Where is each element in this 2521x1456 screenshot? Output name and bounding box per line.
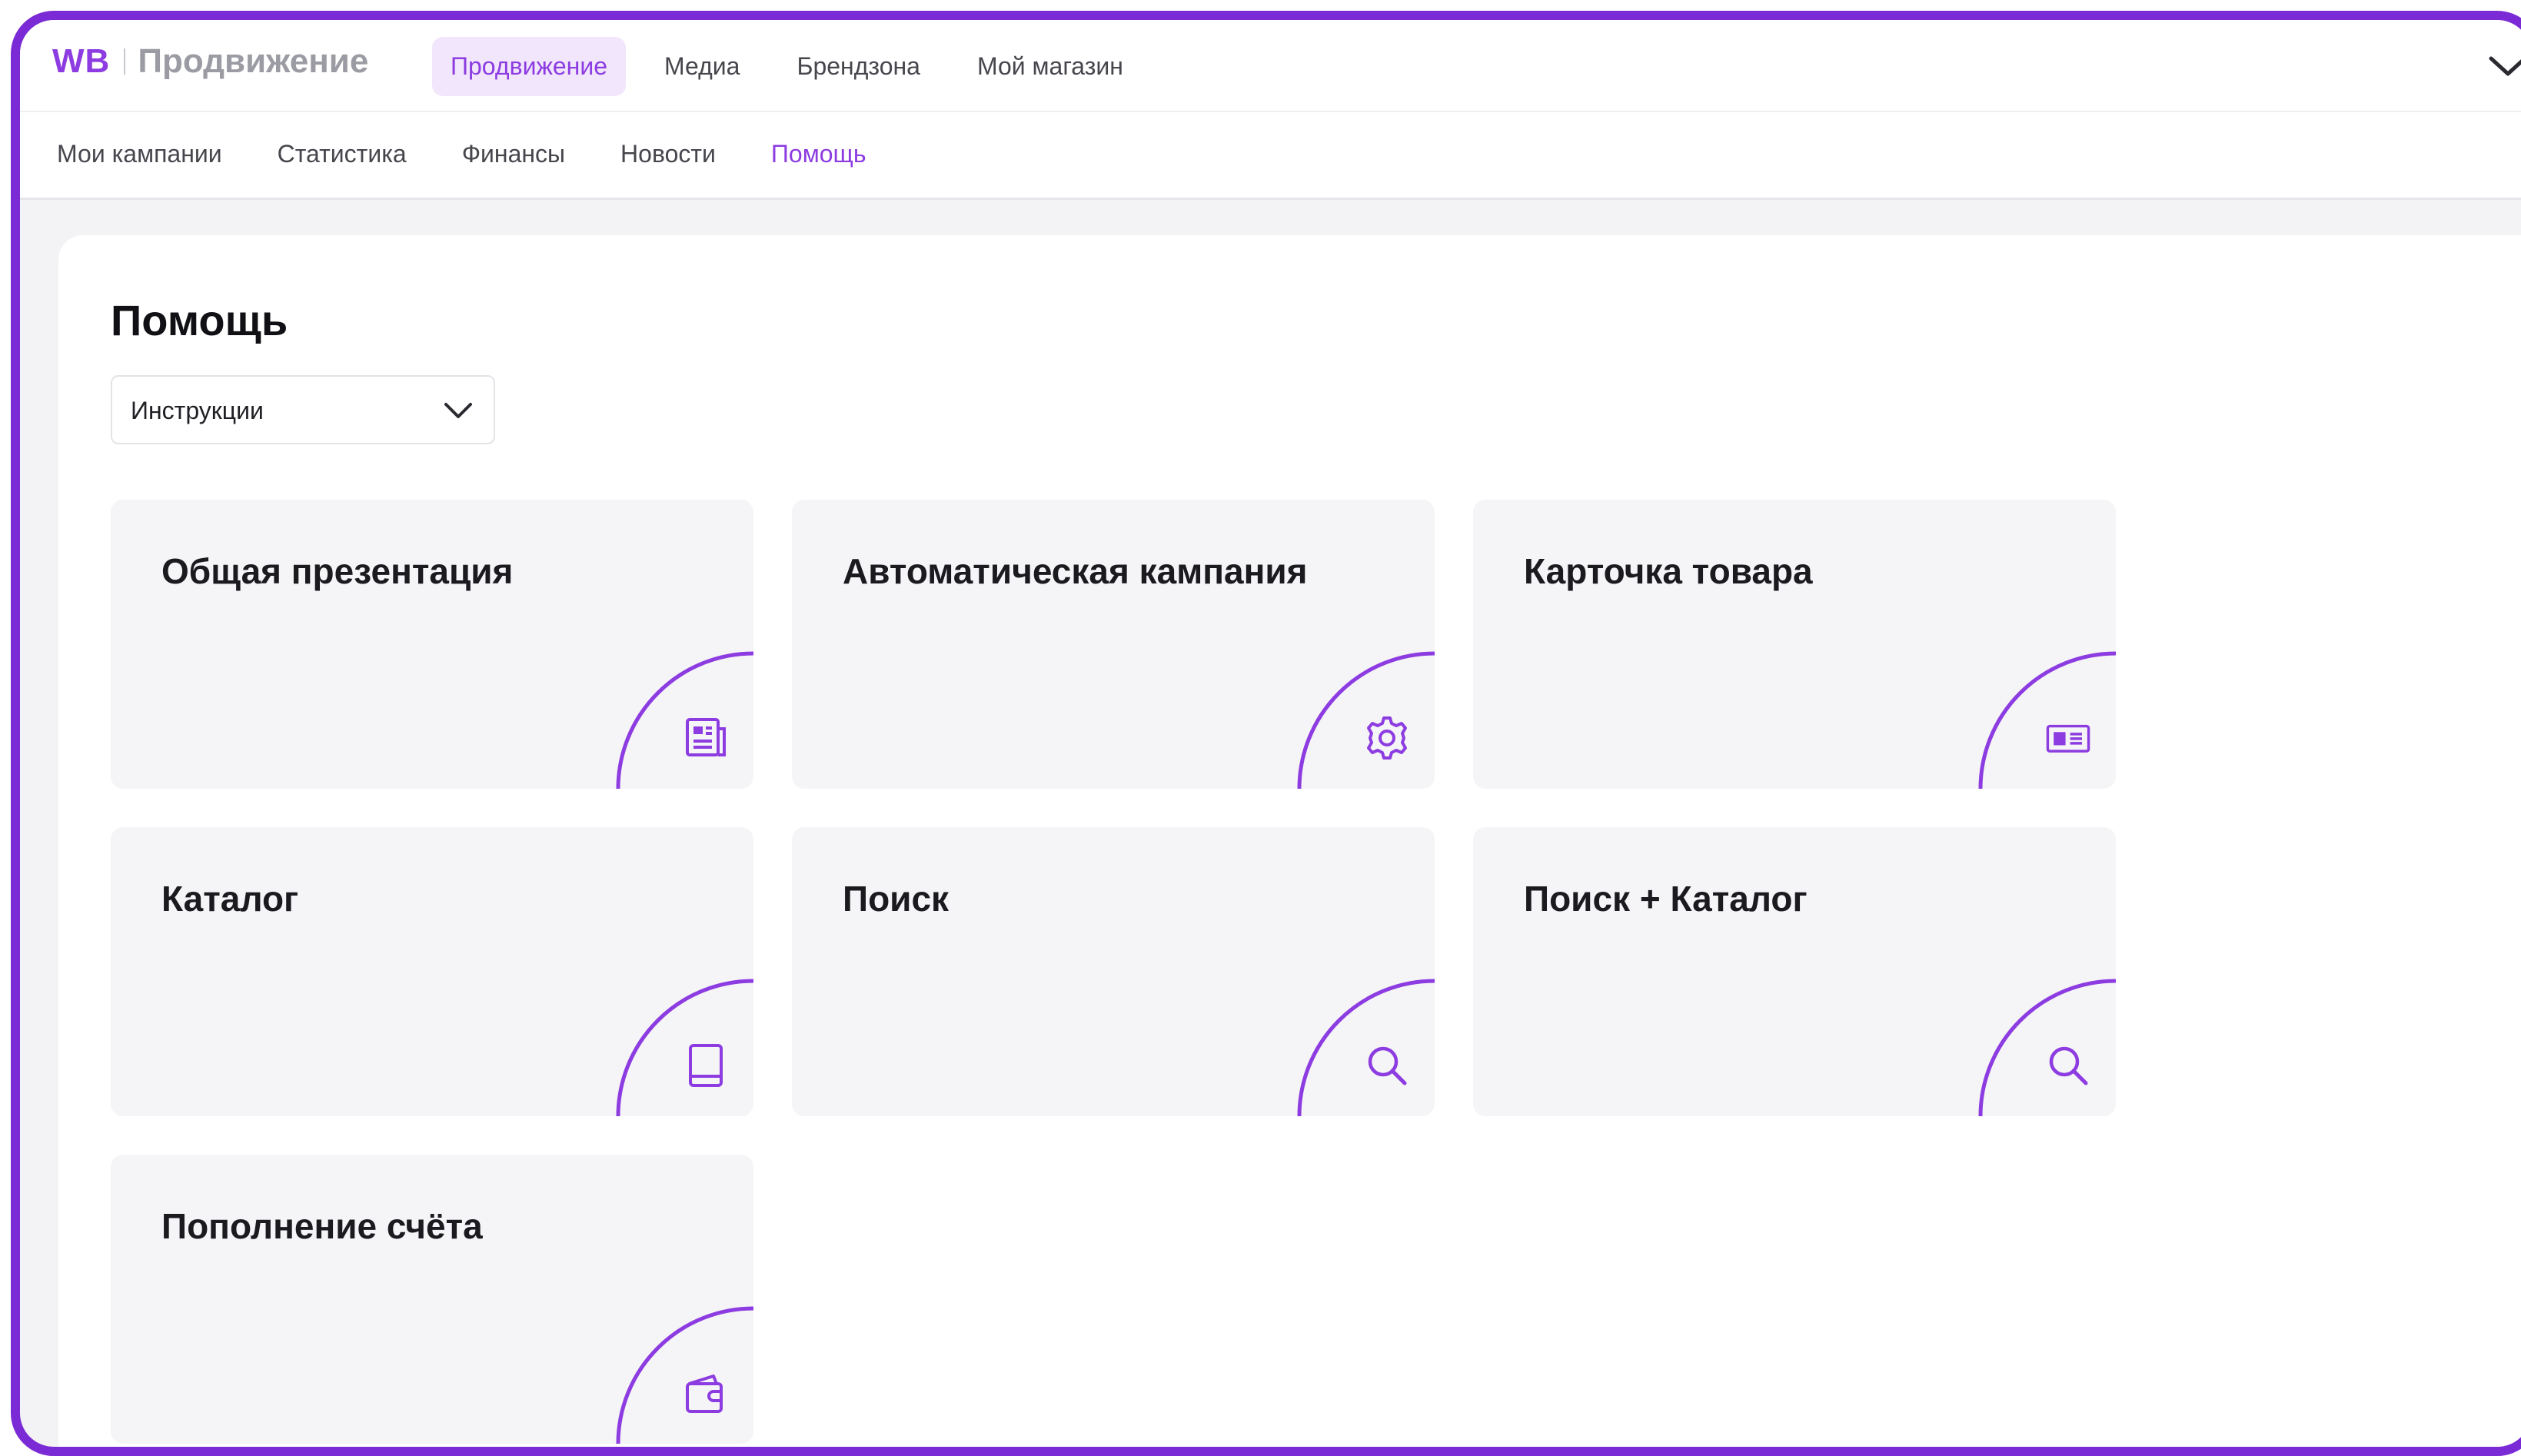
- logo-product: Продвижение: [138, 42, 369, 80]
- help-card-auto-campaign[interactable]: Автоматическая кампания: [792, 500, 1435, 789]
- category-select-value: Инструкции: [131, 397, 264, 424]
- gear-icon: [1367, 716, 1407, 760]
- help-card-presentation[interactable]: Общая презентация: [111, 500, 753, 789]
- chevron-down-icon: [444, 403, 472, 418]
- top-nav: Продвижение Медиа Брендзона Мой магазин: [432, 37, 1162, 96]
- subnav-item-my-campaigns[interactable]: Мои кампании: [57, 140, 222, 168]
- subnav-item-news[interactable]: Новости: [620, 140, 716, 168]
- sub-nav: Мои кампании Статистика Финансы Новости …: [20, 112, 2521, 200]
- top-nav-item-media[interactable]: Медиа: [646, 37, 758, 96]
- logo-brand: WB: [52, 42, 111, 80]
- help-card-title: Поиск + Каталог: [1524, 879, 1808, 919]
- search-icon: [1368, 1046, 1407, 1085]
- category-select[interactable]: Инструкции: [111, 375, 495, 444]
- page-title: Помощь: [111, 296, 288, 344]
- help-card-title: Автоматическая кампания: [843, 551, 1308, 591]
- subnav-item-finances[interactable]: Финансы: [462, 140, 565, 168]
- help-card-title: Карточка товара: [1524, 551, 1813, 591]
- help-card-top-up[interactable]: Пополнение счёта: [111, 1155, 753, 1444]
- help-card-title: Пополнение счёта: [161, 1206, 483, 1246]
- catalog-book-icon: [689, 1044, 723, 1087]
- help-card-search-catalog[interactable]: Поиск + Каталог: [1473, 827, 2116, 1116]
- help-card-title: Каталог: [161, 879, 299, 919]
- help-card-title: Поиск: [843, 879, 950, 919]
- chevron-down-icon[interactable]: [2485, 51, 2521, 81]
- top-nav-item-my-store[interactable]: Мой магазин: [959, 37, 1142, 96]
- subnav-item-help[interactable]: Помощь: [771, 140, 866, 168]
- presentation-icon: [686, 718, 726, 756]
- help-card-title: Общая презентация: [161, 551, 514, 591]
- logo[interactable]: WB Продвижение: [52, 45, 368, 78]
- top-nav-item-brandzone[interactable]: Брендзона: [778, 37, 939, 96]
- product-card-icon: [2046, 724, 2090, 753]
- subnav-item-statistics[interactable]: Статистика: [278, 140, 407, 168]
- logo-separator: [124, 48, 126, 75]
- wallet-icon: [686, 1375, 723, 1413]
- app-window: WB Продвижение Продвижение Медиа Брендзо…: [11, 11, 2521, 1456]
- help-panel: Помощь Инструкции Общая презентация Авто…: [58, 235, 2521, 1447]
- help-card-search[interactable]: Поиск: [792, 827, 1435, 1116]
- top-nav-item-promotion[interactable]: Продвижение: [432, 37, 626, 96]
- top-header: WB Продвижение Продвижение Медиа Брендзо…: [20, 20, 2521, 111]
- search-icon: [2049, 1046, 2088, 1085]
- help-card-catalog[interactable]: Каталог: [111, 827, 753, 1116]
- help-card-product-card[interactable]: Карточка товара: [1473, 500, 2116, 789]
